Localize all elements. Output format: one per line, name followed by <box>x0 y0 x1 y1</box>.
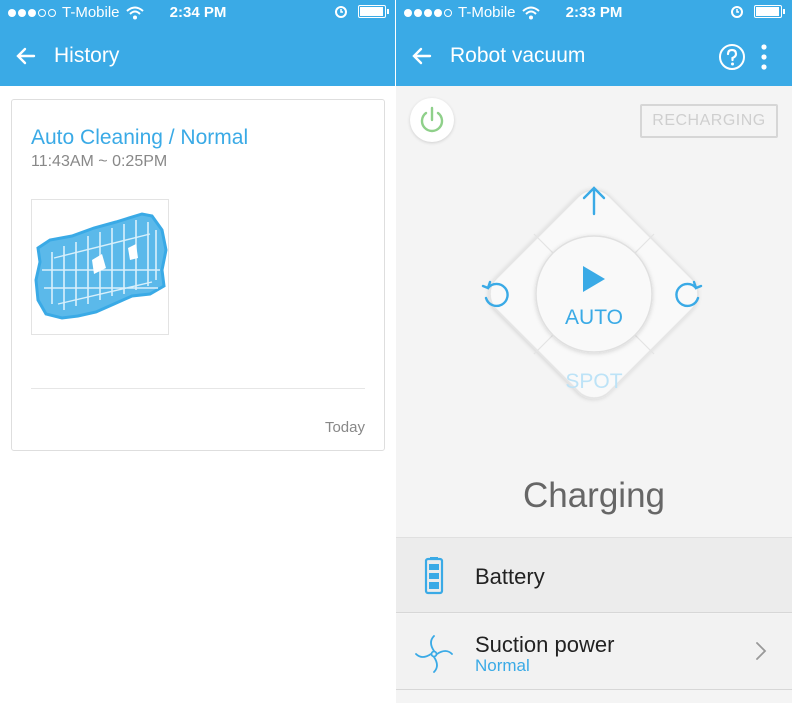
back-arrow-icon[interactable] <box>14 44 38 68</box>
suction-power-label: Suction power <box>475 632 615 657</box>
power-button[interactable] <box>410 98 454 142</box>
play-icon <box>583 266 605 292</box>
history-card[interactable]: Auto Cleaning / Normal 11:43AM ~ 0:25PM … <box>11 99 385 451</box>
robot-vacuum-screen: T-Mobile 2:33 PM Robot vacuum RECHARGING <box>396 0 792 703</box>
chevron-right-icon <box>756 642 767 660</box>
suction-power-value: Normal <box>475 656 530 675</box>
arrow-up-icon[interactable] <box>580 184 608 216</box>
rotate-left-icon[interactable] <box>480 278 512 310</box>
power-icon <box>420 106 444 133</box>
status-bar: T-Mobile 2:33 PM <box>396 0 792 28</box>
page-title: Robot vacuum <box>450 44 586 67</box>
help-icon[interactable] <box>718 43 746 71</box>
auto-label: AUTO <box>565 306 623 329</box>
battery-row: Battery <box>396 537 792 613</box>
suction-power-row[interactable]: Suction power Normal <box>396 614 792 690</box>
battery-status-icon <box>358 4 389 18</box>
alarm-icon <box>731 6 743 18</box>
spot-button[interactable]: SPOT <box>544 370 644 394</box>
page-title: History <box>54 44 120 67</box>
more-vert-icon[interactable] <box>760 42 768 72</box>
history-card-title: Auto Cleaning / Normal <box>31 126 249 149</box>
direction-pad: AUTO SPOT <box>458 158 730 430</box>
rotate-right-icon[interactable] <box>672 278 704 310</box>
recharging-button[interactable]: RECHARGING <box>640 104 778 138</box>
history-screen: T-Mobile 2:34 PM History Auto Cleaning /… <box>0 0 396 703</box>
history-card-date: Today <box>324 419 365 436</box>
status-bar: T-Mobile 2:34 PM <box>0 0 396 28</box>
robot-state: Charging <box>522 476 666 515</box>
battery-label: Battery <box>475 564 545 589</box>
app-bar: History <box>0 28 396 86</box>
battery-status-icon <box>754 4 785 18</box>
app-bar: Robot vacuum <box>396 28 792 86</box>
battery-icon <box>424 557 444 595</box>
cleaning-map <box>31 199 169 335</box>
history-card-time-range: 11:43AM ~ 0:25PM <box>31 153 168 170</box>
auto-button[interactable]: AUTO <box>544 250 644 340</box>
alarm-icon <box>335 6 347 18</box>
back-arrow-icon[interactable] <box>410 44 434 68</box>
fan-icon <box>415 635 453 673</box>
card-divider <box>31 388 365 389</box>
